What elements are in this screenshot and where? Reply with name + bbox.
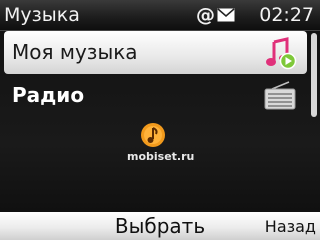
radio-icon xyxy=(264,81,296,110)
scrollbar[interactable] xyxy=(311,33,317,117)
mobiset-logo-icon xyxy=(141,123,165,147)
watermark-text: mobiset.ru xyxy=(127,150,195,163)
clock: 02:27 xyxy=(259,4,314,26)
notification-icons: @ xyxy=(196,5,235,25)
menu-item-my-music[interactable]: Моя музыка xyxy=(4,31,307,74)
app-title: Музыка xyxy=(4,4,80,26)
status-bar: Музыка @ 02:27 xyxy=(0,0,320,31)
menu-list: Моя музыка Радио xyxy=(0,31,310,117)
phone-screen: Музыка @ 02:27 Моя музыка Радио mobiset.… xyxy=(0,0,320,240)
back-softkey[interactable]: Назад xyxy=(265,216,316,238)
music-note-play-icon xyxy=(266,37,297,70)
menu-item-radio[interactable]: Радио xyxy=(4,74,307,117)
menu-item-label: Моя музыка xyxy=(12,40,138,64)
envelope-icon xyxy=(217,8,235,22)
softkey-bar: Выбрать Назад xyxy=(0,212,320,240)
menu-item-label: Радио xyxy=(12,83,85,107)
at-icon: @ xyxy=(196,4,215,26)
